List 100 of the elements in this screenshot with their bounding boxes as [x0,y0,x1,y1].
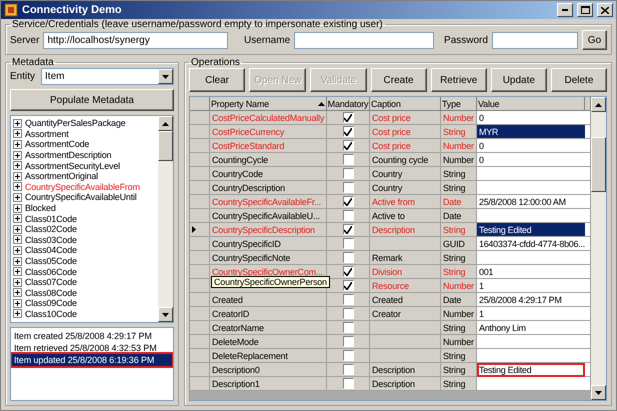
tree-item[interactable]: QuantityPerSalesPackage [13,118,156,129]
operation-button[interactable]: Update [490,68,547,92]
go-button[interactable]: Go [582,30,607,50]
password-field[interactable] [492,32,578,48]
value-cell[interactable] [477,349,585,363]
checkbox[interactable] [342,126,354,137]
checkbox[interactable] [342,378,354,389]
tree-item[interactable]: Class04Code [13,245,156,256]
expand-icon[interactable] [13,192,22,202]
value-cell[interactable]: 0 [477,111,585,125]
checkbox[interactable] [342,294,354,305]
tree-item[interactable]: Class06Code [13,266,156,277]
value-cell[interactable] [477,251,585,265]
checkbox[interactable] [342,280,354,291]
tree-item[interactable]: Class03Code [13,234,156,246]
value-cell[interactable]: 25/8/2008 4:29:17 PM [477,293,585,307]
checkbox[interactable] [342,322,354,333]
maximize-button[interactable] [577,3,593,17]
checkbox[interactable] [342,168,354,179]
expand-icon[interactable] [13,235,22,244]
expand-icon[interactable] [13,309,22,318]
tree-item[interactable]: AssortmentCode [13,139,156,150]
log-entry[interactable]: Item updated 25/8/2008 6:19:36 PM [12,354,172,366]
expand-icon[interactable] [13,204,22,213]
value-cell[interactable]: 1 [477,279,585,293]
checkbox[interactable] [342,252,354,263]
checkbox[interactable] [342,364,354,375]
expand-icon[interactable] [13,288,22,298]
expand-icon[interactable] [13,214,22,224]
column-header[interactable]: Mandatory [327,97,370,111]
row-header[interactable] [190,223,210,237]
expand-icon[interactable] [13,150,22,160]
expand-icon[interactable] [13,182,22,192]
expand-icon[interactable] [13,140,22,149]
value-cell[interactable]: 0 [477,153,585,167]
checkbox[interactable] [342,112,354,123]
tree-item[interactable]: Class08Code [13,288,156,298]
column-header[interactable]: Caption [370,97,441,111]
entity-dropdown[interactable]: Item [41,68,174,85]
close-button[interactable] [597,3,613,17]
checkbox[interactable] [342,350,354,361]
tree-item[interactable]: AssortmentOriginal [13,170,156,182]
value-cell[interactable]: 25/8/2008 12:00:00 AM [477,195,585,209]
value-cell[interactable]: 001 [477,265,585,279]
scrollbar[interactable] [158,116,173,322]
checkbox[interactable] [342,266,354,277]
checkbox[interactable] [342,336,354,347]
scroll-thumb[interactable] [591,137,606,192]
checkbox[interactable] [342,154,354,165]
operation-button[interactable]: Delete [550,68,607,92]
expand-icon[interactable] [13,298,22,308]
checkbox[interactable] [342,210,354,221]
expand-icon[interactable] [13,256,22,266]
populate-metadata-button[interactable]: Populate Metadata [10,89,174,111]
username-field[interactable] [294,32,434,48]
scroll-thumb[interactable] [158,131,173,161]
expand-icon[interactable] [13,224,22,234]
tree-item[interactable]: Class02Code [13,224,156,235]
tree-item[interactable]: Class05Code [13,256,156,266]
value-cell[interactable]: 16403374-cfdd-4774-8b06... [477,237,585,251]
tree-item[interactable]: Class07Code [13,276,156,288]
expand-icon[interactable] [13,161,22,170]
value-cell[interactable]: Anthony Lim [477,321,585,335]
value-cell[interactable] [477,167,585,181]
value-cell[interactable] [477,181,585,195]
value-cell[interactable] [477,209,585,223]
tree-item[interactable]: AssortmentDescription [13,150,156,160]
checkbox[interactable] [342,224,354,235]
scrollbar[interactable] [591,97,606,400]
value-cell[interactable]: 1 [477,307,585,321]
log-entry[interactable]: Item retrieved 25/8/2008 4:32:53 PM [12,342,172,354]
column-header[interactable]: Value [477,97,585,111]
checkbox[interactable] [342,182,354,193]
log-entry[interactable]: Item created 25/8/2008 4:29:17 PM [12,330,172,342]
expand-icon[interactable] [13,172,22,181]
tree-item[interactable]: Class09Code [13,298,156,309]
checkbox[interactable] [342,238,354,249]
minimize-button[interactable] [557,3,573,17]
expand-icon[interactable] [13,129,22,138]
tree-item[interactable]: Class01Code [13,213,156,224]
tree-item[interactable]: CountrySpecificAvailableUntil [13,192,156,203]
tree-item[interactable]: AssortmentSecurityLevel [13,160,156,171]
operation-button[interactable]: Retrieve [430,68,487,92]
column-header[interactable]: Type [441,97,477,111]
expand-icon[interactable] [13,267,22,276]
tree-item[interactable]: CountrySpecificAvailableFrom [13,182,156,192]
tree-item[interactable]: Assortment [13,128,156,140]
value-cell[interactable]: MYR [477,125,585,139]
expand-icon[interactable] [13,278,22,287]
checkbox[interactable] [342,196,354,207]
operation-button[interactable]: Create [370,68,427,92]
tree-item[interactable]: Class10Code [13,308,156,320]
server-field[interactable]: http://localhost/synergy [43,32,228,48]
operation-button[interactable]: Clear [189,68,246,92]
checkbox[interactable] [342,140,354,151]
column-header[interactable]: Property Name [210,97,327,111]
tree-item[interactable]: Blocked [13,202,156,214]
expand-icon[interactable] [13,246,22,255]
value-cell[interactable] [477,335,585,349]
value-cell[interactable] [477,377,585,391]
